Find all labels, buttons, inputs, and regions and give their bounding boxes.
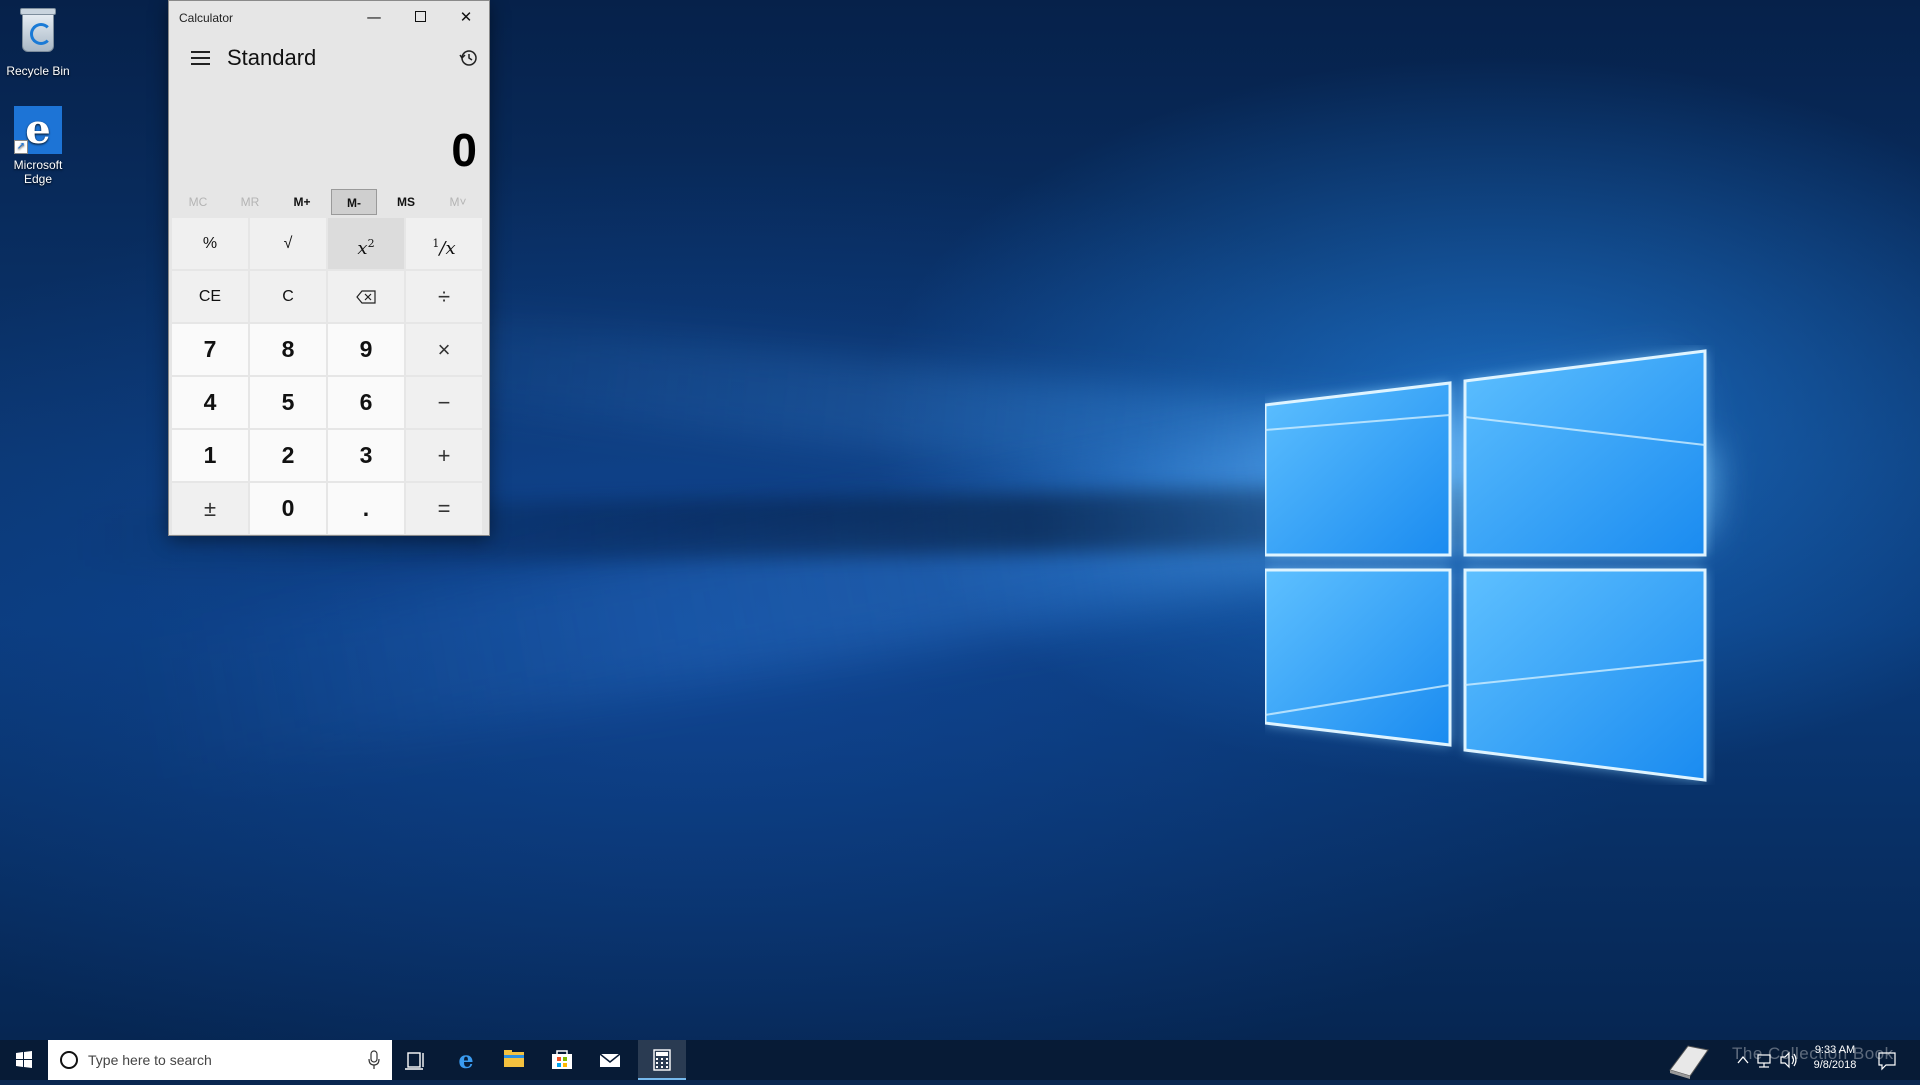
taskbar-edge-button[interactable]: e [442, 1040, 490, 1080]
mail-icon [599, 1053, 621, 1067]
microphone-icon[interactable] [368, 1050, 380, 1070]
clear-entry-button[interactable]: CE [172, 271, 248, 322]
negate-button[interactable]: ± [172, 483, 248, 534]
calculator-icon [653, 1049, 671, 1071]
memory-recall-button[interactable]: MR [227, 189, 273, 215]
digit-9-button[interactable]: 9 [328, 324, 404, 375]
memory-store-button[interactable]: MS [383, 189, 429, 215]
square-root-button[interactable]: √ [250, 218, 326, 269]
digit-3-button[interactable]: 3 [328, 430, 404, 481]
minimize-button[interactable]: — [351, 1, 397, 33]
recycle-bin-icon [14, 8, 62, 60]
divide-button[interactable]: ÷ [406, 271, 482, 322]
book-logo-icon [1669, 1045, 1709, 1079]
history-icon[interactable] [453, 43, 483, 73]
memory-row: MC MR M+ M- MS M˅ [169, 185, 489, 219]
percent-button[interactable]: % [172, 218, 248, 269]
edge-icon: e [458, 1045, 473, 1074]
start-button[interactable] [0, 1040, 48, 1080]
multiply-button[interactable]: × [406, 324, 482, 375]
digit-1-button[interactable]: 1 [172, 430, 248, 481]
clear-button[interactable]: C [250, 271, 326, 322]
task-view-button[interactable] [392, 1040, 440, 1080]
digit-5-button[interactable]: 5 [250, 377, 326, 428]
digit-8-button[interactable]: 8 [250, 324, 326, 375]
taskbar-search-box[interactable]: Type here to search [48, 1040, 392, 1080]
decimal-button[interactable]: . [328, 483, 404, 534]
desktop-icon-label: Microsoft Edge [13, 158, 63, 186]
equals-button[interactable]: = [406, 483, 482, 534]
search-placeholder: Type here to search [88, 1052, 212, 1068]
backspace-button[interactable] [328, 271, 404, 322]
taskbar: Type here to search e 9:33 AM 9/8/2018 [0, 1040, 1920, 1080]
file-explorer-icon [504, 1050, 524, 1067]
taskbar-calculator-button[interactable] [638, 1040, 686, 1080]
memory-add-button[interactable]: M+ [279, 189, 325, 215]
windows-logo-wallpaper [1265, 349, 1707, 782]
maximize-button[interactable] [397, 1, 443, 33]
digit-0-button[interactable]: 0 [250, 483, 326, 534]
backspace-icon [356, 290, 376, 304]
cortana-icon [60, 1051, 78, 1069]
digit-4-button[interactable]: 4 [172, 377, 248, 428]
close-button[interactable]: ✕ [443, 1, 489, 33]
taskbar-file-explorer-button[interactable] [490, 1040, 538, 1080]
taskbar-mail-button[interactable] [586, 1040, 634, 1080]
edge-icon: e ↗ [14, 106, 62, 154]
task-view-icon [405, 1052, 424, 1070]
display-value: 0 [451, 124, 477, 176]
memory-clear-button[interactable]: MC [175, 189, 221, 215]
memory-list-button[interactable]: M˅ [435, 189, 481, 215]
desktop-icon-label: Recycle Bin [6, 64, 70, 78]
subtract-button[interactable]: − [406, 377, 482, 428]
digit-7-button[interactable]: 7 [172, 324, 248, 375]
light-beam [295, 300, 1717, 539]
calculator-window: Calculator — ✕ Standard 0 MC MR M+ M- MS… [168, 0, 490, 536]
calculator-header: Standard [169, 33, 489, 81]
maximize-icon [414, 11, 426, 22]
result-display: 0 [169, 81, 489, 185]
square-button[interactable]: x2 [328, 218, 404, 269]
desktop-icon-recycle-bin[interactable]: Recycle Bin [0, 6, 76, 78]
mode-title: Standard [227, 45, 317, 70]
reciprocal-button[interactable]: 1/x [406, 218, 482, 269]
watermark-text: The Collection Book [1732, 1044, 1894, 1063]
svg-text:e: e [458, 1045, 473, 1074]
digit-6-button[interactable]: 6 [328, 377, 404, 428]
store-icon [552, 1050, 572, 1069]
desktop-icon-microsoft-edge[interactable]: e ↗ Microsoft Edge [0, 106, 76, 186]
taskbar-store-button[interactable] [538, 1040, 586, 1080]
shortcut-arrow-icon: ↗ [14, 140, 28, 154]
windows-start-icon [16, 1051, 32, 1068]
memory-subtract-button[interactable]: M- [331, 189, 377, 215]
hamburger-menu-icon[interactable] [179, 43, 219, 75]
window-title: Calculator [179, 11, 234, 25]
digit-2-button[interactable]: 2 [250, 430, 326, 481]
title-bar[interactable]: Calculator — ✕ [169, 1, 489, 33]
add-button[interactable]: + [406, 430, 482, 481]
